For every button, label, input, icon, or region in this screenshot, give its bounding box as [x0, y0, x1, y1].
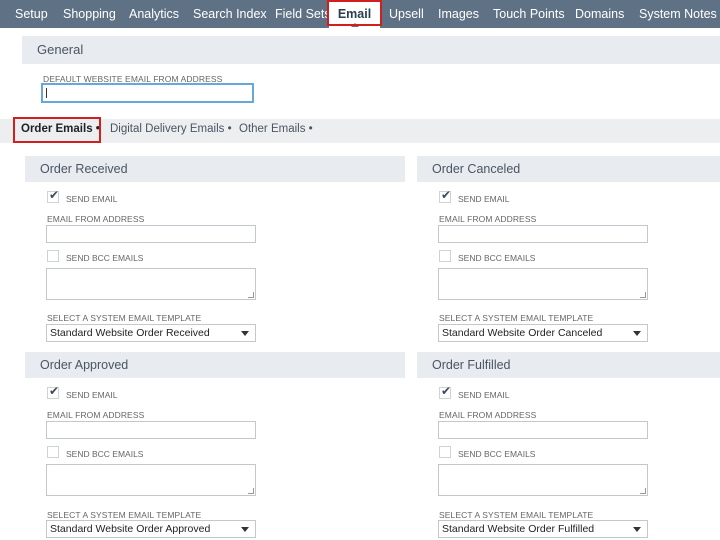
general-section-header: General [22, 36, 720, 64]
template-label: SELECT A SYSTEM EMAIL TEMPLATE [47, 510, 202, 520]
template-select[interactable]: Standard Website Order Approved [46, 520, 256, 538]
subtab-digital-delivery-emails[interactable]: Digital Delivery Emails • [110, 123, 232, 135]
checkmark-icon: ✔ [49, 384, 60, 398]
template-select[interactable]: Standard Website Order Canceled [438, 324, 648, 342]
chevron-down-icon [633, 331, 641, 336]
send-bcc-checkbox[interactable] [439, 250, 451, 262]
bcc-emails-textarea[interactable] [438, 268, 648, 300]
send-email-label: SEND EMAIL [66, 194, 118, 204]
order-emails-highlight [13, 117, 101, 143]
template-label: SELECT A SYSTEM EMAIL TEMPLATE [439, 510, 594, 520]
from-address-input[interactable] [46, 225, 256, 243]
top-nav: Setup Shopping Analytics Search Index Fi… [0, 0, 720, 28]
from-address-input[interactable] [438, 421, 648, 439]
panel-title: Order Approved [40, 358, 129, 372]
tab-upsell[interactable]: Upsell [389, 0, 424, 28]
panel-title: Order Fulfilled [432, 358, 511, 372]
chevron-down-icon [241, 527, 249, 532]
chevron-down-icon [241, 331, 249, 336]
subtab-digital-delivery-label: Digital Delivery Emails [110, 123, 225, 135]
checkmark-icon: ✔ [441, 384, 452, 398]
tab-search-index[interactable]: Search Index [193, 0, 267, 28]
send-email-label: SEND EMAIL [66, 390, 118, 400]
chevron-down-icon [633, 527, 641, 532]
tab-system-notes[interactable]: System Notes [639, 0, 717, 28]
from-address-input[interactable] [438, 225, 648, 243]
template-value: Standard Website Order Approved [50, 523, 211, 535]
checkmark-icon: ✔ [49, 188, 60, 202]
template-label: SELECT A SYSTEM EMAIL TEMPLATE [439, 313, 594, 323]
tab-setup[interactable]: Setup [15, 0, 48, 28]
bcc-emails-textarea[interactable] [46, 464, 256, 496]
tab-touch-points[interactable]: Touch Points [493, 0, 565, 28]
send-bcc-checkbox[interactable] [47, 446, 59, 458]
template-value: Standard Website Order Canceled [442, 327, 603, 339]
tab-domains[interactable]: Domains [575, 0, 624, 28]
from-address-label: EMAIL FROM ADDRESS [439, 214, 537, 224]
tab-shopping[interactable]: Shopping [63, 0, 116, 28]
from-address-input[interactable] [46, 421, 256, 439]
bcc-emails-textarea[interactable] [46, 268, 256, 300]
subtab-other-emails-label: Other Emails [239, 123, 306, 135]
send-bcc-label: SEND BCC EMAILS [66, 449, 144, 459]
send-email-checkbox[interactable]: ✔ [439, 188, 452, 203]
template-select[interactable]: Standard Website Order Received [46, 324, 256, 342]
panel-title: Order Received [40, 162, 128, 176]
subtab-other-emails[interactable]: Other Emails • [239, 123, 313, 135]
default-from-input[interactable] [41, 83, 254, 103]
panel-order-canceled-header: Order Canceled [417, 156, 720, 182]
template-value: Standard Website Order Fulfilled [442, 523, 595, 535]
subtab-bar: Order Emails • Digital Delivery Emails •… [0, 119, 720, 143]
bcc-emails-textarea[interactable] [438, 464, 648, 496]
from-address-label: EMAIL FROM ADDRESS [439, 410, 537, 420]
tab-images[interactable]: Images [438, 0, 479, 28]
panel-order-fulfilled-header: Order Fulfilled [417, 352, 720, 378]
send-email-checkbox[interactable]: ✔ [439, 384, 452, 399]
send-bcc-label: SEND BCC EMAILS [66, 253, 144, 263]
checkmark-icon: ✔ [441, 188, 452, 202]
send-email-checkbox[interactable]: ✔ [47, 384, 60, 399]
send-bcc-label: SEND BCC EMAILS [458, 449, 536, 459]
template-select[interactable]: Standard Website Order Fulfilled [438, 520, 648, 538]
panel-order-received-header: Order Received [25, 156, 405, 182]
send-bcc-checkbox[interactable] [47, 250, 59, 262]
tab-analytics[interactable]: Analytics [129, 0, 179, 28]
send-bcc-label: SEND BCC EMAILS [458, 253, 536, 263]
general-title: General [37, 42, 84, 57]
send-email-label: SEND EMAIL [458, 390, 510, 400]
send-email-label: SEND EMAIL [458, 194, 510, 204]
from-address-label: EMAIL FROM ADDRESS [47, 214, 145, 224]
tab-field-sets[interactable]: Field Sets [275, 0, 331, 28]
panel-order-approved-header: Order Approved [25, 352, 405, 378]
panel-title: Order Canceled [432, 162, 521, 176]
from-address-label: EMAIL FROM ADDRESS [47, 410, 145, 420]
template-value: Standard Website Order Received [50, 327, 210, 339]
template-label: SELECT A SYSTEM EMAIL TEMPLATE [47, 313, 202, 323]
email-tab-highlight [327, 0, 382, 26]
send-email-checkbox[interactable]: ✔ [47, 188, 60, 203]
send-bcc-checkbox[interactable] [439, 446, 451, 458]
